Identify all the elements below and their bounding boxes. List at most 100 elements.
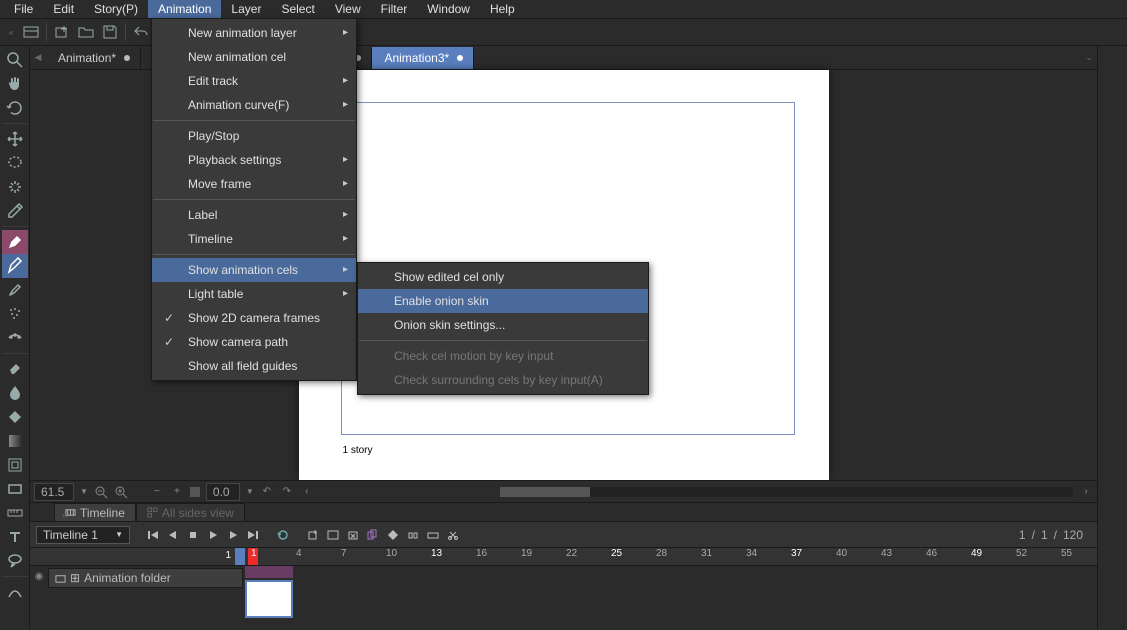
doc-tab-animation3[interactable]: Animation3* (372, 47, 474, 69)
decoration-tool-icon[interactable] (2, 326, 28, 350)
balloon-tool-icon[interactable] (2, 549, 28, 573)
tab-scroll-right-icon[interactable]: ⌄ (1081, 52, 1097, 63)
fit-icon[interactable] (190, 487, 200, 497)
next-frame-icon[interactable] (224, 526, 242, 544)
stop-icon[interactable] (184, 526, 202, 544)
menu-item[interactable]: Onion skin settings... (358, 313, 648, 337)
cel-clip[interactable] (245, 566, 293, 578)
prev-frame-icon[interactable] (164, 526, 182, 544)
track-body[interactable] (245, 566, 1097, 630)
menu-item[interactable]: Move frame▸ (152, 172, 356, 196)
eyedropper-tool-icon[interactable] (2, 199, 28, 223)
pencil-tool-icon[interactable] (2, 254, 28, 278)
ruler-tool-icon[interactable] (2, 501, 28, 525)
lasso-tool-icon[interactable] (2, 151, 28, 175)
airbrush-tool-icon[interactable] (2, 302, 28, 326)
magnifier-tool-icon[interactable] (2, 48, 28, 72)
onion-skin-icon[interactable] (364, 526, 382, 544)
scrollbar-thumb[interactable] (500, 487, 590, 497)
zoom-in-icon[interactable] (114, 485, 128, 499)
specify-cel-icon[interactable] (324, 526, 342, 544)
menu-item[interactable]: Show 2D camera frames✓ (152, 306, 356, 330)
menu-item[interactable]: Label▸ (152, 203, 356, 227)
plus-icon[interactable]: + (170, 485, 184, 499)
rotation-chevron-icon[interactable]: ▼ (246, 487, 254, 496)
menu-view[interactable]: View (325, 0, 371, 18)
menu-item[interactable]: Enable onion skin (358, 289, 648, 313)
toolbar-collapse-icon[interactable]: « (4, 28, 18, 37)
menu-item[interactable]: New animation cel (152, 45, 356, 69)
keyframe-add-icon[interactable] (384, 526, 402, 544)
menu-item[interactable]: Timeline▸ (152, 227, 356, 251)
new-cel-icon[interactable] (304, 526, 322, 544)
clip-icon[interactable] (444, 526, 462, 544)
rotate-tool-icon[interactable] (2, 96, 28, 120)
menu-help[interactable]: Help (480, 0, 525, 18)
menu-animation[interactable]: Animation (148, 0, 221, 18)
menu-story[interactable]: Story(P) (84, 0, 148, 18)
menu-item[interactable]: Show edited cel only (358, 265, 648, 289)
correct-line-tool-icon[interactable] (2, 580, 28, 604)
open-icon[interactable] (75, 21, 97, 43)
new-layer-icon[interactable] (51, 21, 73, 43)
menu-item[interactable]: New animation layer▸ (152, 21, 356, 45)
fill-tool-icon[interactable] (2, 405, 28, 429)
zoom-chevron-icon[interactable]: ▼ (80, 487, 88, 496)
menu-item[interactable]: Show camera path✓ (152, 330, 356, 354)
save-icon[interactable] (99, 21, 121, 43)
frame-tool-icon[interactable] (2, 477, 28, 501)
move-tool-icon[interactable] (2, 127, 28, 151)
undo-icon[interactable] (130, 21, 152, 43)
zoom-value[interactable]: 61.5 (34, 483, 74, 501)
menu-item[interactable]: Show all field guides (152, 354, 356, 378)
menu-layer[interactable]: Layer (221, 0, 271, 18)
text-tool-icon[interactable] (2, 525, 28, 549)
pen-tool-icon[interactable] (2, 230, 28, 254)
gradient-tool-icon[interactable] (2, 429, 28, 453)
menu-window[interactable]: Window (417, 0, 480, 18)
delete-cel-icon[interactable] (344, 526, 362, 544)
tab-label: Animation* (58, 51, 116, 65)
menu-item[interactable]: Playback settings▸ (152, 148, 356, 172)
doc-tab-animation[interactable]: Animation* (46, 47, 141, 69)
tab-scroll-left-icon[interactable]: ◀ (30, 52, 46, 63)
ruler-tick: 37 (791, 548, 802, 559)
menu-item[interactable]: Animation curve(F)▸ (152, 93, 356, 117)
menu-select[interactable]: Select (271, 0, 324, 18)
timeline-selector[interactable]: Timeline 1▼ (36, 526, 130, 544)
hand-tool-icon[interactable] (2, 72, 28, 96)
visibility-icon[interactable]: ◉ (32, 568, 46, 582)
blend-tool-icon[interactable] (2, 381, 28, 405)
chevron-left-icon[interactable]: ‹ (300, 485, 314, 499)
zoom-timeline-in-icon[interactable] (404, 526, 422, 544)
zoom-timeline-out-icon[interactable] (424, 526, 442, 544)
minus-icon[interactable]: − (150, 485, 164, 499)
brush-tool-icon[interactable] (2, 278, 28, 302)
goto-start-icon[interactable] (144, 526, 162, 544)
menu-item[interactable]: Edit track▸ (152, 69, 356, 93)
allsides-tab[interactable]: All sides view (136, 503, 245, 521)
play-icon[interactable] (204, 526, 222, 544)
horizontal-scrollbar[interactable] (500, 487, 1073, 497)
story-editor-icon[interactable] (20, 21, 42, 43)
chevron-right-icon[interactable]: › (1079, 485, 1093, 499)
menu-edit[interactable]: Edit (43, 0, 84, 18)
menu-filter[interactable]: Filter (371, 0, 418, 18)
goto-end-icon[interactable] (244, 526, 262, 544)
menu-item[interactable]: Play/Stop (152, 124, 356, 148)
rotation-value[interactable]: 0.0 (206, 483, 240, 501)
wand-tool-icon[interactable] (2, 175, 28, 199)
zoom-out-icon[interactable] (94, 485, 108, 499)
rotate-ccw-icon[interactable]: ↶ (260, 485, 274, 499)
animation-folder-row[interactable]: ⊞ Animation folder (48, 568, 243, 588)
loop-icon[interactable] (274, 526, 292, 544)
contour-tool-icon[interactable] (2, 453, 28, 477)
menu-item[interactable]: Show animation cels▸ (152, 258, 356, 282)
menu-file[interactable]: File (4, 0, 43, 18)
rotate-cw-icon[interactable]: ↷ (280, 485, 294, 499)
menu-item[interactable]: Light table▸ (152, 282, 356, 306)
timeline-ruler[interactable]: 1 1471013161922252831343740434649525558 (30, 547, 1097, 565)
eraser-tool-icon[interactable] (2, 357, 28, 381)
collapse-icon[interactable]: « (62, 510, 68, 521)
cel-thumbnail[interactable] (245, 580, 293, 618)
